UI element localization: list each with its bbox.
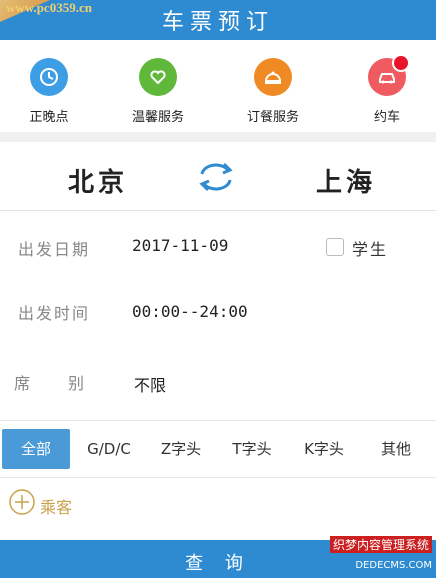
from-city[interactable]: 北京	[68, 162, 128, 199]
route-selector: 北京 上海	[0, 146, 436, 210]
section-divider	[0, 132, 436, 142]
car-icon	[368, 54, 410, 96]
swap-icon[interactable]	[196, 160, 236, 198]
heart-hand-icon	[139, 58, 177, 96]
date-field[interactable]: 2017-11-09	[132, 236, 228, 255]
add-passenger-icon[interactable]	[8, 488, 36, 520]
student-label: 学生	[352, 240, 389, 259]
food-cloche-icon	[254, 58, 292, 96]
clock-icon	[30, 58, 68, 96]
quick-link-label: 订餐服务	[246, 110, 299, 125]
watermark-line1: 织梦内容管理系统	[329, 536, 432, 553]
time-label: 出发时间	[18, 304, 91, 323]
tab-all[interactable]: 全部	[2, 429, 70, 469]
page-title: 车票预订	[161, 10, 274, 35]
tab-k[interactable]: K字头	[292, 421, 356, 477]
quick-link-label: 温馨服务	[131, 110, 184, 125]
tab-z[interactable]: Z字头	[150, 421, 212, 477]
divider	[0, 210, 436, 211]
student-checkbox[interactable]	[326, 238, 344, 256]
quick-link-meal[interactable]: 订餐服务	[228, 58, 318, 125]
quick-link-car[interactable]: 约车	[342, 54, 432, 125]
date-label: 出发日期	[18, 240, 91, 259]
app-header: www.pc0359.cn 车票预订	[0, 0, 436, 40]
add-passenger-button[interactable]: 乘客	[40, 494, 72, 518]
quick-link-delay[interactable]: 正晚点	[4, 58, 94, 125]
tab-gdc[interactable]: G/D/C	[78, 421, 140, 477]
tab-t[interactable]: T字头	[220, 421, 284, 477]
train-type-tabs: 全部 G/D/C Z字头 T字头 K字头 其他	[0, 420, 436, 478]
to-city[interactable]: 上海	[316, 162, 376, 199]
watermark-line2: DEDECMS.COM	[355, 560, 432, 571]
seat-label: 席 别	[14, 374, 87, 393]
time-field[interactable]: 00:00--24:00	[132, 302, 248, 321]
notification-dot	[392, 54, 410, 72]
tab-other[interactable]: 其他	[366, 421, 426, 477]
quick-link-label: 约车	[373, 110, 400, 125]
seat-field[interactable]: 不限	[134, 372, 166, 396]
watermark-bottom: 织梦内容管理系统 DEDECMS.COM	[329, 534, 432, 572]
quick-link-label: 正晚点	[29, 110, 69, 125]
quick-link-service[interactable]: 温馨服务	[113, 58, 203, 125]
quick-links: 正晚点 温馨服务 订餐服务 约车	[0, 48, 436, 128]
